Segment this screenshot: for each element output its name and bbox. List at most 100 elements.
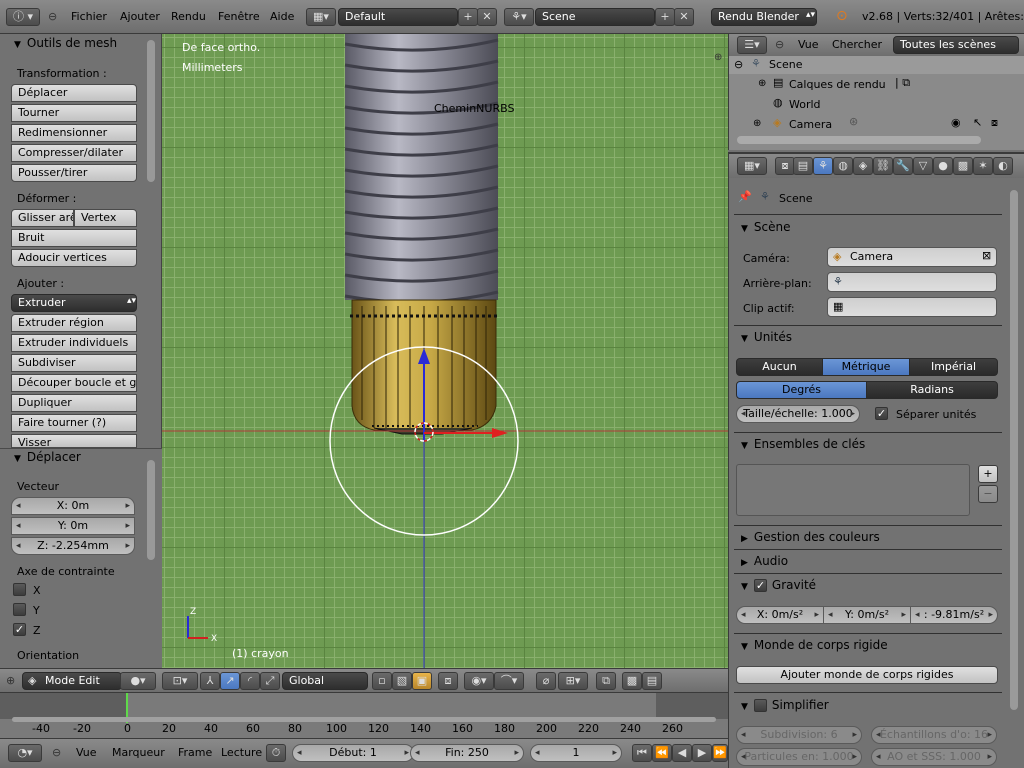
current-frame-field[interactable]: 1 <box>530 744 622 762</box>
background-scene-field[interactable] <box>827 272 997 292</box>
gravity-z-field[interactable]: : -9.81m/s² <box>910 606 998 624</box>
info-editor-type-button[interactable]: ⓘ ▾ <box>6 8 40 26</box>
jump-keyframe-forward-icon[interactable]: ⏩ <box>712 744 728 762</box>
unit-system-metric[interactable]: Métrique <box>822 358 910 376</box>
translate-button[interactable]: Déplacer <box>11 84 137 102</box>
scale-manipulator-icon[interactable]: ⤢ <box>260 672 280 690</box>
shrink-fatten-button[interactable]: Compresser/dilater <box>11 144 137 162</box>
active-clip-field[interactable] <box>827 297 997 317</box>
viewport-corner-plus-icon[interactable]: ⊕ <box>714 52 722 63</box>
menu-help[interactable]: Aide <box>270 10 294 23</box>
add-layout-icon[interactable]: + <box>458 8 478 26</box>
axis-y-checkbox[interactable] <box>13 603 26 616</box>
tree-collapse-icon[interactable]: ⊖ <box>734 58 743 71</box>
3d-viewport[interactable]: Z X De face ortho. Millimeters CheminNUR… <box>162 34 728 668</box>
outliner-hscrollbar[interactable] <box>737 136 981 144</box>
transform-orientation-select[interactable]: Global <box>282 672 368 690</box>
tool-shelf-scrollbar[interactable] <box>147 40 155 182</box>
manipulator-x-arrow[interactable] <box>492 428 508 438</box>
falloff-icon[interactable]: ⌒▾ <box>494 672 524 690</box>
snap-icon[interactable]: ⌀ <box>536 672 556 690</box>
play-reverse-icon[interactable]: ◀ <box>672 744 692 762</box>
keying-sets-panel-title[interactable]: ▼ Ensembles de clés <box>741 437 865 451</box>
camera-field[interactable]: Camera <box>827 247 997 267</box>
end-frame-field[interactable]: Fin: 250 <box>410 744 524 762</box>
tree-expand-icon[interactable]: ⊕ <box>758 78 766 89</box>
texture-tab-icon[interactable]: ▩ <box>953 157 973 175</box>
rotation-radians[interactable]: Radians <box>866 381 998 399</box>
outliner-item-camera[interactable]: Camera <box>789 118 832 131</box>
opengl-render-icon[interactable]: ▩ <box>622 672 642 690</box>
pivot-point-select[interactable]: ⊡▾ <box>162 672 198 690</box>
mode-select[interactable]: Mode Edit <box>22 672 122 690</box>
object-tab-icon[interactable]: ◈ <box>853 157 873 175</box>
timeline-menu-frame[interactable]: Frame <box>178 746 212 759</box>
unit-system-imperial[interactable]: Impérial <box>909 358 998 376</box>
add-keying-set-icon[interactable]: + <box>978 465 998 483</box>
audio-panel-title[interactable]: ▶ Audio <box>741 554 788 568</box>
viewport-shading-select[interactable]: ●▾ <box>120 672 156 690</box>
push-pull-button[interactable]: Pousser/tirer <box>11 164 137 182</box>
remove-layout-icon[interactable]: ✕ <box>477 8 497 26</box>
tree-expand-icon[interactable]: ⊕ <box>753 118 761 129</box>
layout-field[interactable]: Default <box>338 8 458 26</box>
scene-field[interactable]: Scene <box>535 8 655 26</box>
particles-tab-icon[interactable]: ✶ <box>973 157 993 175</box>
noise-button[interactable]: Bruit <box>11 229 137 247</box>
add-scene-icon[interactable]: + <box>655 8 675 26</box>
screen-layout-icon[interactable]: ▦▾ <box>306 8 336 26</box>
axis-x-checkbox[interactable] <box>13 583 26 596</box>
scene-panel-title[interactable]: ▼ Scène <box>741 220 791 234</box>
vector-y-field[interactable]: Y: 0m <box>11 517 135 535</box>
edge-slide-button[interactable]: Glisser arê <box>11 209 74 227</box>
rotate-button[interactable]: Tourner <box>11 104 137 122</box>
vertex-slide-button[interactable]: Vertex <box>74 209 137 227</box>
properties-editor-type-icon[interactable]: ▦▾ <box>737 157 767 175</box>
duplicate-button[interactable]: Dupliquer <box>11 394 137 412</box>
screw-button[interactable]: Visser <box>11 434 137 448</box>
remove-keying-set-icon[interactable]: − <box>978 485 998 503</box>
limit-selection-icon[interactable]: ⧈ <box>438 672 458 690</box>
visibility-eye-icon[interactable]: ◉ <box>951 116 961 129</box>
snap-element-icon[interactable]: ⊞▾ <box>558 672 588 690</box>
timeline-menu-playback[interactable]: Lecture <box>221 746 262 759</box>
outliner-menu-view[interactable]: Vue <box>798 38 819 51</box>
collapse-menu-icon[interactable]: ⊖ <box>52 746 61 759</box>
jump-start-icon[interactable]: ⏮ <box>632 744 652 762</box>
extrude-region-button[interactable]: Extruder région <box>11 314 137 332</box>
unit-system-none[interactable]: Aucun <box>736 358 823 376</box>
modifiers-tab-icon[interactable]: 🔧 <box>893 157 913 175</box>
menu-render[interactable]: Rendu <box>171 10 206 23</box>
outliner-item-scene[interactable]: Scene <box>769 58 803 71</box>
proportional-edit-icon[interactable]: ◉▾ <box>464 672 494 690</box>
render-layers-tab-icon[interactable]: ▤ <box>793 157 813 175</box>
add-rigid-body-world-button[interactable]: Ajouter monde de corps rigides <box>736 666 998 684</box>
jump-keyframe-back-icon[interactable]: ⏪ <box>652 744 672 762</box>
timeline-menu-view[interactable]: Vue <box>76 746 97 759</box>
operator-panel-title[interactable]: ▼ Déplacer <box>14 450 81 464</box>
subdivide-button[interactable]: Subdiviser <box>11 354 137 372</box>
gravity-panel-title[interactable]: ▼ Gravité <box>741 578 816 592</box>
resize-button[interactable]: Redimensionner <box>11 124 137 142</box>
scene-tab-icon[interactable]: ⚘ <box>813 157 833 175</box>
keying-sets-list[interactable] <box>736 464 970 516</box>
color-management-panel-title[interactable]: ▶ Gestion des couleurs <box>741 530 880 544</box>
menu-add[interactable]: Ajouter <box>120 10 160 23</box>
loop-cut-button[interactable]: Découper boucle et glis <box>11 374 137 392</box>
outliner-item-render-layers[interactable]: Calques de rendu <box>789 78 886 91</box>
simplify-checkbox[interactable] <box>754 699 767 712</box>
extrude-menu[interactable]: Extruder <box>11 294 137 312</box>
timeline-menu-marker[interactable]: Marqueur <box>112 746 165 759</box>
outliner-item-world[interactable]: World <box>789 98 821 111</box>
timeline-scrollbar[interactable] <box>12 717 716 722</box>
render-layer-toggle-icon[interactable]: | ⧉ <box>895 76 910 90</box>
preview-range-icon[interactable]: ⏱ <box>266 744 286 762</box>
properties-scrollbar[interactable] <box>1010 190 1018 710</box>
renderability-camera-icon[interactable]: ⧇ <box>991 116 998 130</box>
separate-units-checkbox[interactable]: ✓ <box>875 407 888 420</box>
pin-icon[interactable]: 📌 <box>738 190 752 203</box>
timeline-editor-type-icon[interactable]: ◔▾ <box>8 744 42 762</box>
units-panel-title[interactable]: ▼ Unités <box>741 330 792 344</box>
mesh-tools-panel-title[interactable]: ▼ Outils de mesh <box>14 36 117 50</box>
operator-scrollbar[interactable] <box>147 460 155 560</box>
